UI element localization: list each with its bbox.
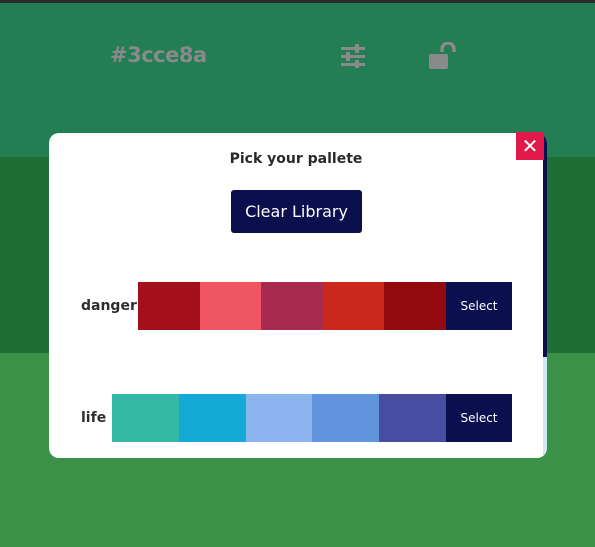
close-icon[interactable]: ✕ [516,132,544,160]
color-swatch[interactable] [384,282,446,330]
modal-title: Pick your pallete [229,151,363,167]
clear-library-button[interactable]: Clear Library [231,190,362,233]
color-swatch[interactable] [246,394,312,442]
unlocked-padlock-icon[interactable] [428,41,458,70]
palette-name: life [81,410,107,426]
color-swatch[interactable] [179,394,246,442]
color-swatch[interactable] [323,282,384,330]
color-swatch[interactable] [200,282,261,330]
page: #3cce8a Pick your pallete Clear Library … [0,0,595,547]
palette-row-danger: danger Select [49,282,543,330]
color-swatch[interactable] [138,282,200,330]
color-swatch[interactable] [261,282,323,330]
palette-modal: Pick your pallete Clear Library danger S… [49,133,547,458]
palette-row-life: life Select [49,394,543,442]
color-swatch[interactable] [312,394,379,442]
palette-swatches[interactable]: Select [112,394,512,442]
top-border [0,0,595,3]
palette-swatches[interactable]: Select [138,282,512,330]
color-swatch[interactable] [379,394,446,442]
select-palette-button[interactable]: Select [446,282,512,330]
color-swatch[interactable] [112,394,179,442]
palette-name: danger [81,298,137,314]
select-palette-button[interactable]: Select [446,394,512,442]
color-hex-value[interactable]: #3cce8a [110,43,207,67]
sliders-icon[interactable] [340,44,366,68]
modal-scrollbar-thumb[interactable] [543,133,547,357]
